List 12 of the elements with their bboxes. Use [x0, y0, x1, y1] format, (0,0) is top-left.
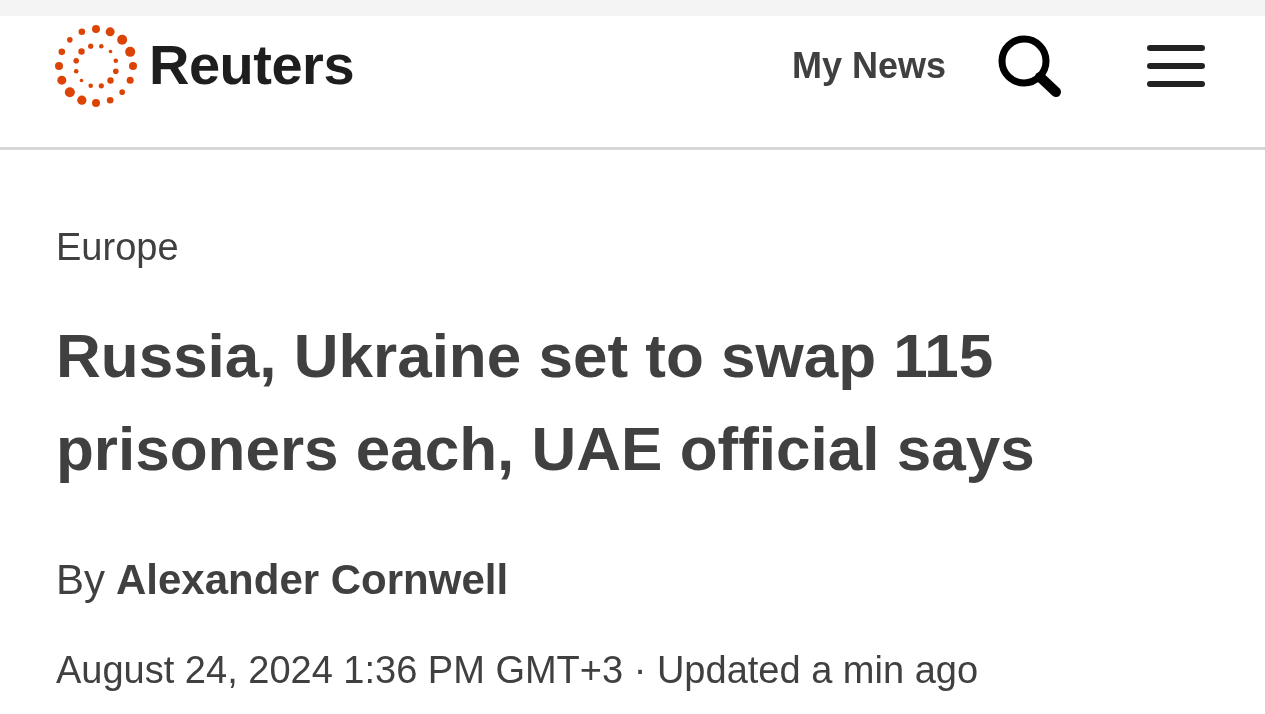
article-headline: Russia, Ukraine set to swap 115 prisoners each, UAE official says — [56, 320, 1036, 485]
search-button[interactable] — [998, 34, 1062, 98]
section-link[interactable]: Europe — [56, 224, 179, 270]
menu-button[interactable] — [1147, 45, 1205, 87]
search-icon — [998, 34, 1062, 98]
byline-label: By — [56, 555, 105, 605]
logo-icon[interactable] — [54, 24, 138, 108]
logo-text[interactable]: Reuters — [149, 37, 355, 95]
author-link[interactable]: Alexander Cornwell — [116, 555, 509, 605]
publish-timestamp: August 24, 2024 1:36 PM GMT+3 · Updated a min ago — [56, 648, 979, 693]
my-news-link[interactable]: My News — [791, 45, 946, 87]
menu-icon — [1147, 45, 1205, 87]
